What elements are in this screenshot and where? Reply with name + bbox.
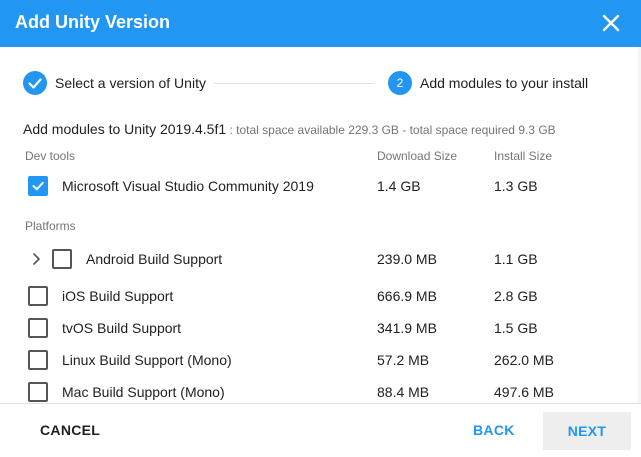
module-name: iOS Build Support xyxy=(62,288,174,304)
module-install-size: 262.0 MB xyxy=(494,352,554,368)
chevron-right-icon[interactable] xyxy=(28,251,44,267)
module-name: Android Build Support xyxy=(86,251,223,267)
step-1-label: Select a version of Unity xyxy=(55,75,206,91)
module-download-size: 88.4 MB xyxy=(377,384,430,400)
module-install-size: 1.5 GB xyxy=(494,320,538,336)
mac-checkbox[interactable] xyxy=(28,382,48,402)
step-connector xyxy=(214,83,374,84)
module-row-visual-studio[interactable]: Microsoft Visual Studio Community 2019 1… xyxy=(0,171,641,201)
module-name: Linux Build Support (Mono) xyxy=(62,352,232,368)
module-download-size: 57.2 MB xyxy=(377,352,430,368)
cancel-button[interactable]: CANCEL xyxy=(40,422,100,438)
module-install-size: 1.3 GB xyxy=(494,178,538,194)
dialog-title: Add Unity Version xyxy=(15,12,171,32)
linux-checkbox[interactable] xyxy=(28,350,48,370)
module-row-linux[interactable]: Linux Build Support (Mono) 57.2 MB 262.0… xyxy=(0,345,641,375)
module-row-android[interactable]: Android Build Support 239.0 MB 1.1 GB xyxy=(0,244,641,274)
dialog-footer: CANCEL BACK NEXT xyxy=(0,403,641,457)
back-button[interactable]: BACK xyxy=(473,422,515,438)
next-button[interactable]: NEXT xyxy=(543,412,631,450)
module-name: tvOS Build Support xyxy=(62,320,182,336)
module-row-tvos[interactable]: tvOS Build Support 341.9 MB 1.5 GB xyxy=(0,313,641,343)
android-checkbox[interactable] xyxy=(52,249,72,269)
module-name: Mac Build Support (Mono) xyxy=(62,384,225,400)
module-download-size: 666.9 MB xyxy=(377,288,437,304)
module-download-size: 1.4 GB xyxy=(377,178,421,194)
module-install-size: 2.8 GB xyxy=(494,288,538,304)
step-2-label: Add modules to your install xyxy=(420,75,589,91)
summary-space-info: : total space available 229.3 GB - total… xyxy=(226,123,556,137)
visual-studio-checkbox[interactable] xyxy=(28,176,48,196)
section-platforms: Platforms xyxy=(25,219,76,233)
summary-title: Add modules to Unity 2019.4.5f1 xyxy=(23,121,227,137)
module-row-ios[interactable]: iOS Build Support 666.9 MB 2.8 GB xyxy=(0,281,641,311)
module-install-size: 1.1 GB xyxy=(494,251,538,267)
tvos-checkbox[interactable] xyxy=(28,318,48,338)
install-summary: Add modules to Unity 2019.4.5f1 : total … xyxy=(23,121,556,137)
stepper: Select a version of Unity 2 Add modules … xyxy=(0,47,641,111)
module-install-size: 497.6 MB xyxy=(494,384,554,400)
module-name: Microsoft Visual Studio Community 2019 xyxy=(62,178,314,194)
step-2-number: 2 xyxy=(388,71,412,95)
step-1-done-check-icon xyxy=(23,71,47,95)
module-download-size: 341.9 MB xyxy=(377,320,437,336)
section-dev-tools: Dev tools xyxy=(25,149,76,163)
column-download-size: Download Size xyxy=(377,149,458,163)
column-install-size: Install Size xyxy=(494,149,553,163)
ios-checkbox[interactable] xyxy=(28,286,48,306)
module-download-size: 239.0 MB xyxy=(377,251,437,267)
title-bar: Add Unity Version xyxy=(0,0,641,47)
close-icon[interactable] xyxy=(598,10,624,36)
